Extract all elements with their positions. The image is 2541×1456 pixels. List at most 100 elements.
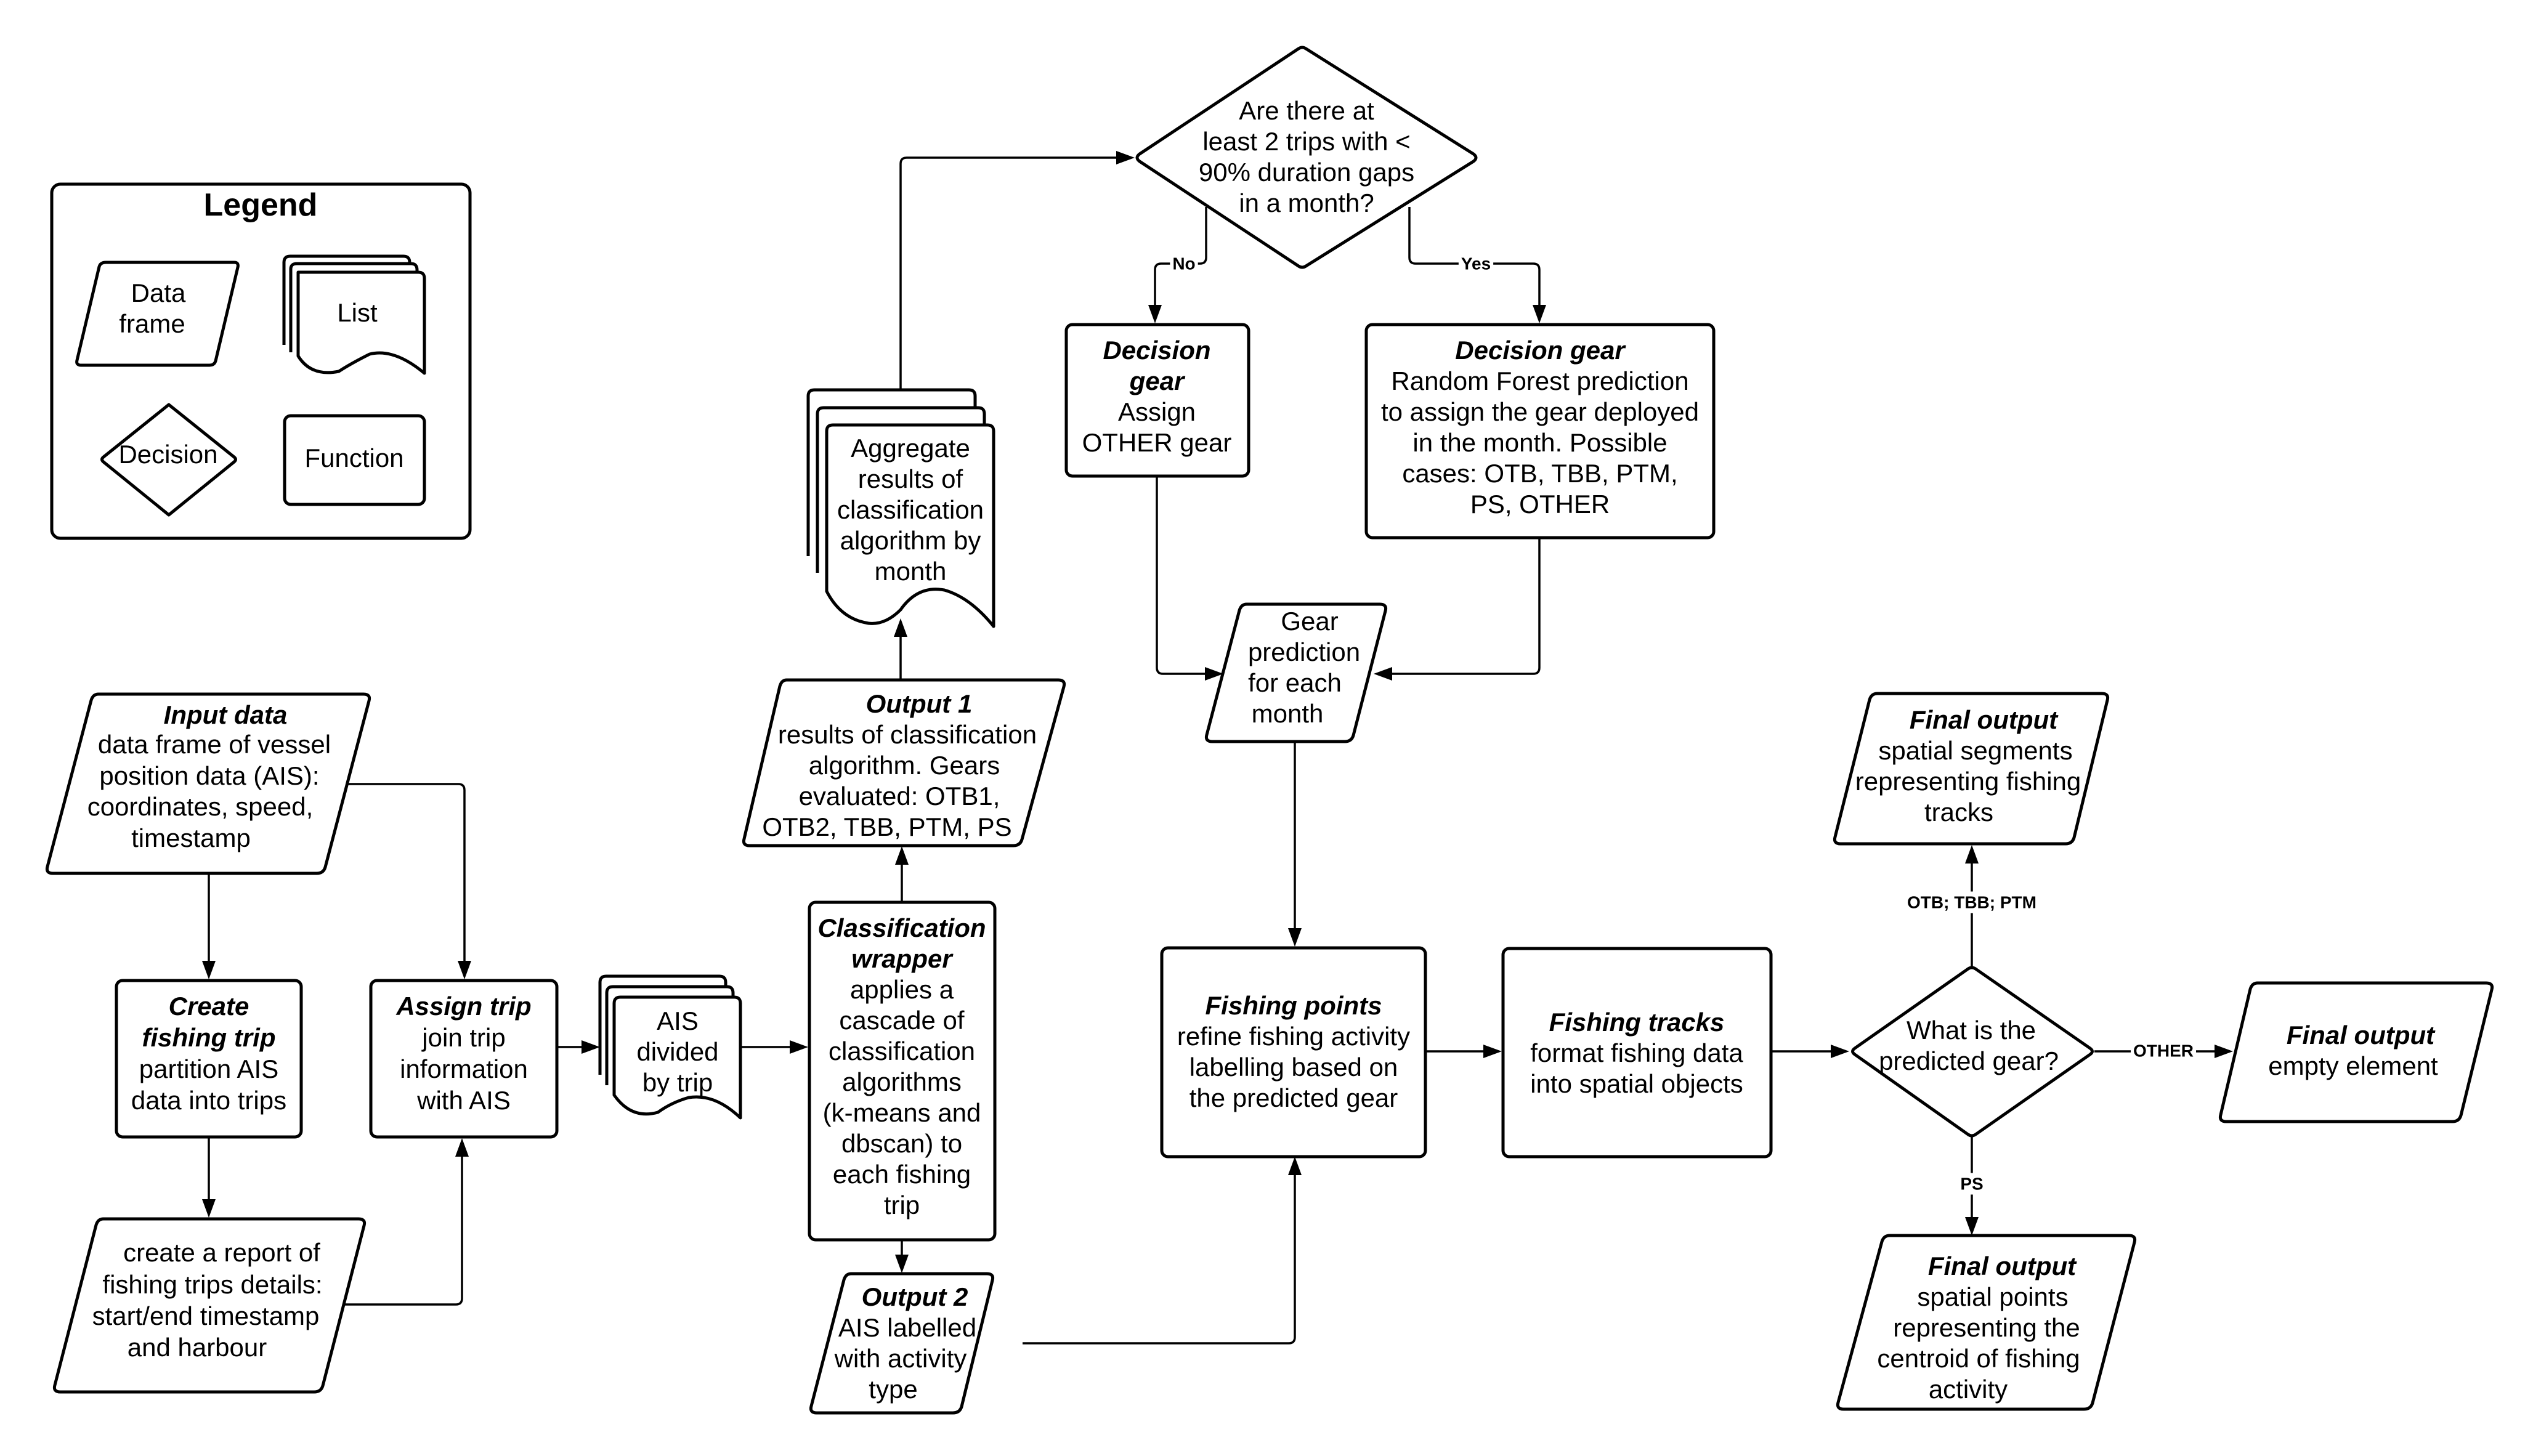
node-fishing-points[interactable]: Fishing points refine fishing activity l…	[1160, 946, 1427, 1159]
node-line: spatial points	[1917, 1282, 2068, 1311]
arrowhead	[1288, 1157, 1302, 1175]
legend-list: List	[282, 254, 426, 375]
node-line: 90% duration gaps	[1199, 158, 1414, 187]
node-line: Are there at	[1239, 96, 1374, 125]
node-gear-prediction[interactable]: Gear prediction for each month	[1204, 602, 1388, 743]
arrowhead	[1831, 1045, 1849, 1058]
node-line: classification	[829, 1037, 975, 1066]
node-output-1[interactable]: Output 1 results of classification algor…	[742, 678, 1066, 847]
node-line: algorithm by	[840, 526, 981, 555]
node-trip-report[interactable]: create a report of fishing trips details…	[52, 1217, 367, 1394]
node-title: fishing trip	[142, 1023, 276, 1052]
legend-data-frame: Data frame	[75, 261, 240, 367]
node-line: results of	[858, 464, 963, 493]
edge-label-yes: Yes	[1461, 254, 1491, 273]
arrowhead	[458, 961, 471, 979]
legend-list-label: List	[337, 298, 378, 327]
node-line: fishing trips details:	[102, 1270, 322, 1299]
edge-output2-to-fishing-points	[1023, 1174, 1296, 1345]
node-line: Assign	[1118, 397, 1196, 426]
node-line: prediction	[1248, 637, 1360, 666]
node-line: month	[875, 557, 947, 586]
node-input-data[interactable]: Input data data frame of vessel position…	[45, 692, 371, 875]
node-line: algorithm. Gears	[809, 751, 1000, 780]
node-title: Output 2	[862, 1282, 968, 1311]
node-final-output-tracks[interactable]: Final output spatial segments representi…	[1833, 692, 2110, 846]
node-line: empty element	[2268, 1051, 2438, 1080]
node-line: in a month?	[1239, 188, 1374, 217]
node-line: spatial segments	[1878, 736, 2072, 765]
node-title: Final output	[1910, 705, 2059, 734]
node-line: join trip	[421, 1023, 505, 1052]
legend-data-frame-line: frame	[119, 309, 185, 338]
node-line: in the month. Possible	[1412, 428, 1667, 457]
node-line: results of classification	[778, 720, 1037, 749]
node-line: applies a	[850, 975, 954, 1004]
arrowhead	[1116, 151, 1135, 164]
node-line: partition AIS	[139, 1054, 278, 1083]
node-line: by trip	[642, 1068, 713, 1097]
node-line: tracks	[1924, 798, 1993, 827]
node-output-2[interactable]: Output 2 AIS labelled with activity type	[809, 1272, 995, 1415]
node-title: gear	[1129, 366, 1186, 395]
arrowhead	[1965, 1217, 1979, 1236]
node-line: for each	[1248, 668, 1342, 697]
node-decision-gear-other[interactable]: Decision gear Assign OTHER gear	[1064, 323, 1250, 478]
arrowhead	[790, 1040, 808, 1054]
node-line: each fishing	[833, 1160, 971, 1189]
node-line: OTB2, TBB, PTM, PS	[762, 812, 1011, 841]
node-line: data frame of vessel	[98, 730, 331, 759]
node-aggregate-results[interactable]: Aggregate results of classification algo…	[806, 388, 995, 628]
node-final-output-points[interactable]: Final output spatial points representing…	[1836, 1234, 2137, 1411]
node-title: Assign trip	[395, 992, 531, 1021]
node-classification-wrapper[interactable]: Classification wrapper applies a cascade…	[808, 900, 997, 1242]
node-line: evaluated: OTB1,	[799, 782, 1000, 811]
node-line: Gear	[1281, 607, 1338, 636]
arrowhead	[1148, 305, 1162, 323]
node-title: Final output	[2287, 1021, 2436, 1050]
node-fishing-tracks[interactable]: Fishing tracks format fishing data into …	[1501, 947, 1773, 1159]
node-line: format fishing data	[1530, 1038, 1743, 1067]
arrowhead	[895, 846, 909, 865]
legend-decision-label: Decision	[118, 440, 217, 469]
node-title: Input data	[164, 700, 288, 729]
arrowhead	[1483, 1045, 1502, 1058]
node-title: Create	[169, 992, 249, 1021]
node-title: wrapper	[851, 944, 954, 973]
legend: Legend Data frame List Decision Function	[50, 182, 472, 540]
node-title: Fishing tracks	[1549, 1008, 1725, 1037]
node-line: into spatial objects	[1530, 1069, 1743, 1098]
node-line: timestamp	[131, 823, 251, 852]
node-line: with activity	[834, 1344, 967, 1373]
node-line: the predicted gear	[1189, 1083, 1398, 1112]
edge-label-otb-tbb-ptm: OTB; TBB; PTM	[1907, 893, 2036, 912]
node-decision-predicted-gear[interactable]: What is the predicted gear?	[1851, 966, 2094, 1138]
node-line: trip	[884, 1191, 920, 1219]
node-line: Aggregate	[851, 434, 970, 463]
node-assign-trip[interactable]: Assign trip join trip information with A…	[369, 979, 559, 1139]
node-line: AIS labelled	[838, 1313, 976, 1342]
arrowhead	[202, 1199, 216, 1218]
edge-gear-rf-to-prediction	[1391, 538, 1541, 675]
node-decision-gear-random-forest[interactable]: Decision gear Random Forest prediction t…	[1364, 323, 1716, 540]
node-ais-divided-by-trip[interactable]: AIS divided by trip	[598, 974, 742, 1120]
arrowhead	[895, 1255, 909, 1273]
node-line: AIS	[657, 1006, 699, 1035]
flowchart-canvas: Legend Data frame List Decision Function	[45, 46, 2494, 1415]
arrowhead	[1533, 305, 1546, 323]
node-create-fishing-trip[interactable]: Create fishing trip partition AIS data i…	[115, 979, 303, 1139]
node-line: least 2 trips with <	[1202, 127, 1410, 156]
edge-label-ps: PS	[1960, 1175, 1983, 1194]
node-line: classification	[837, 495, 984, 524]
arrowhead	[1374, 667, 1392, 681]
legend-data-frame-line: Data	[131, 278, 186, 307]
node-line: to assign the gear deployed	[1381, 397, 1699, 426]
node-title: Output 1	[866, 689, 973, 718]
node-line: create a report of	[123, 1238, 320, 1267]
node-title: Decision	[1103, 336, 1210, 365]
node-final-output-empty[interactable]: Final output empty element	[2218, 981, 2494, 1123]
node-decision-trip-gaps[interactable]: Are there at least 2 trips with < 90% du…	[1135, 46, 1478, 269]
arrowhead	[1965, 845, 1979, 863]
arrowhead	[202, 961, 216, 979]
node-line: and harbour	[128, 1333, 267, 1362]
